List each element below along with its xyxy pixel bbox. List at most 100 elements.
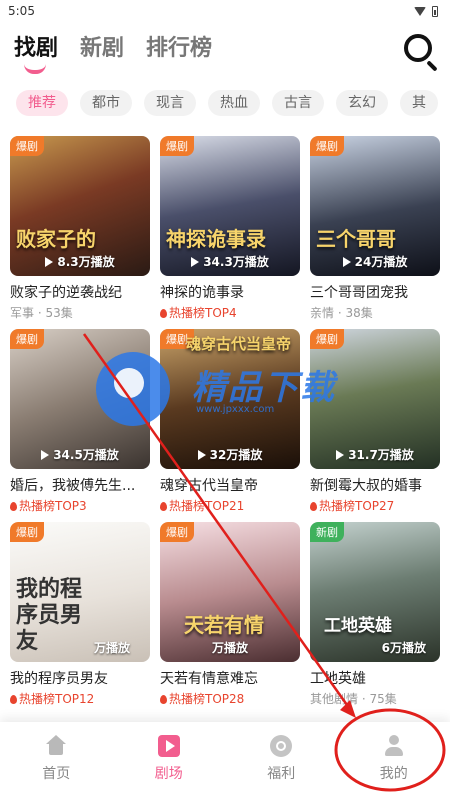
search-button[interactable] (402, 32, 438, 72)
play-count: 万播放 (211, 641, 248, 655)
drama-poster[interactable]: 爆剧 31.7万播放 (310, 329, 440, 469)
poster-title-art: 魂穿古代当皇帝 (186, 335, 292, 353)
gift-icon (270, 735, 293, 757)
tab-label: 找剧 (14, 36, 59, 61)
hot-badge: 爆剧 (10, 522, 44, 542)
chip-other[interactable]: 其 (400, 90, 438, 116)
top-tabs: 找剧 新剧 排行榜 (14, 30, 212, 74)
status-bar: 5:05 (0, 0, 450, 22)
ranking-label: 热播榜TOP4 (160, 304, 300, 321)
drama-meta: 其他剧情 · 75集 (310, 692, 397, 706)
search-icon (404, 34, 432, 62)
tab-find-drama[interactable]: 找剧 (14, 30, 59, 74)
drama-card[interactable]: 爆剧 三个哥哥 24万播放 三个哥哥团宠我 亲情 · 38集 (310, 136, 440, 329)
drama-title: 魂穿古代当皇帝 (160, 478, 258, 494)
nav-home[interactable]: 首页 (11, 735, 101, 783)
drama-poster[interactable]: 爆剧 神探诡事录 34.3万播放 (160, 136, 300, 276)
ranking-label: 热播榜TOP28 (160, 690, 300, 707)
ranking-label: 热播榜TOP12 (10, 690, 150, 707)
drama-card[interactable]: 爆剧 天若有情 万播放 天若有情意难忘 热播榜TOP28 (160, 522, 300, 715)
drama-poster[interactable]: 爆剧 败家子的 8.3万播放 (10, 136, 150, 276)
nav-label: 福利 (267, 766, 296, 782)
ranking-label: 热播榜TOP3 (10, 497, 150, 514)
hot-badge: 爆剧 (10, 136, 44, 156)
hot-badge: 爆剧 (160, 522, 194, 542)
tab-label: 排行榜 (146, 36, 213, 61)
chip-action[interactable]: 热血 (208, 90, 260, 116)
drama-poster[interactable]: 爆剧 魂穿古代当皇帝 32万播放 (160, 329, 300, 469)
chip-ancient-romance[interactable]: 古言 (272, 90, 324, 116)
drama-title: 三个哥哥团宠我 (310, 285, 408, 301)
play-count: 32万播放 (160, 446, 300, 463)
bottom-nav: 首页 剧场 福利 我的 (0, 722, 450, 800)
poster-title-art: 工地英雄 (324, 616, 392, 636)
play-icon (41, 450, 50, 460)
drama-card[interactable]: 爆剧 败家子的 8.3万播放 败家子的逆袭战纪 军事 · 53集 (10, 136, 150, 329)
drama-meta: 军事 · 53集 (10, 306, 73, 320)
play-icon (45, 257, 54, 267)
poster-title-art: 三个哥哥 (316, 227, 396, 251)
flame-icon (10, 695, 17, 704)
drama-title: 工地英雄 (310, 671, 366, 687)
chip-modern-romance[interactable]: 现言 (144, 90, 196, 116)
drama-poster[interactable]: 爆剧 三个哥哥 24万播放 (310, 136, 440, 276)
hot-badge: 爆剧 (310, 136, 344, 156)
play-count: 31.7万播放 (310, 446, 440, 463)
drama-title: 我的程序员男友 (10, 671, 108, 687)
drama-card[interactable]: 爆剧 34.5万播放 婚后，我被傅先生... 热播榜TOP3 (10, 329, 150, 522)
status-time: 5:05 (8, 4, 35, 18)
hot-badge: 爆剧 (160, 136, 194, 156)
tab-ranking[interactable]: 排行榜 (146, 30, 212, 66)
user-icon (383, 735, 405, 757)
home-icon (45, 735, 67, 757)
nav-me[interactable]: 我的 (349, 735, 439, 783)
play-icon (336, 450, 345, 460)
drama-title: 神探的诡事录 (160, 285, 244, 301)
drama-title: 天若有情意难忘 (160, 671, 258, 687)
play-count: 34.3万播放 (160, 253, 300, 270)
poster-title-art: 败家子的 (16, 227, 96, 251)
drama-card[interactable]: 爆剧 31.7万播放 新倒霉大叔的婚事 热播榜TOP27 (310, 329, 440, 522)
hot-badge: 爆剧 (10, 329, 44, 349)
tab-new-drama[interactable]: 新剧 (80, 30, 124, 66)
play-count: 万播放 (93, 641, 130, 655)
chip-recommend[interactable]: 推荐 (16, 90, 68, 116)
play-count: 6万播放 (381, 641, 426, 655)
drama-card[interactable]: 爆剧 我的程序员男友 万播放 我的程序员男友 热播榜TOP12 (10, 522, 150, 715)
drama-card[interactable]: 新剧 工地英雄 6万播放 工地英雄 其他剧情 · 75集 (310, 522, 440, 715)
flame-icon (10, 502, 17, 511)
poster-title-art: 天若有情 (184, 613, 264, 637)
battery-icon (432, 5, 438, 17)
ranking-label: 热播榜TOP27 (310, 497, 440, 514)
ranking-label: 热播榜TOP21 (160, 497, 300, 514)
drama-poster[interactable]: 爆剧 天若有情 万播放 (160, 522, 300, 662)
drama-grid: 爆剧 败家子的 8.3万播放 败家子的逆袭战纪 军事 · 53集 爆剧 神探诡事… (10, 136, 440, 715)
drama-card[interactable]: 爆剧 魂穿古代当皇帝 32万播放 魂穿古代当皇帝 热播榜TOP21 (160, 329, 300, 522)
poster-title-art: 神探诡事录 (166, 227, 266, 251)
drama-card[interactable]: 爆剧 神探诡事录 34.3万播放 神探的诡事录 热播榜TOP4 (160, 136, 300, 329)
chip-urban[interactable]: 都市 (80, 90, 132, 116)
nav-label: 首页 (42, 766, 71, 782)
drama-title: 新倒霉大叔的婚事 (310, 478, 422, 494)
play-icon (197, 450, 206, 460)
nav-welfare[interactable]: 福利 (236, 735, 326, 783)
drama-poster[interactable]: 爆剧 我的程序员男友 万播放 (10, 522, 150, 662)
category-chips: 推荐 都市 现言 热血 古言 玄幻 其 (16, 90, 450, 116)
drama-poster[interactable]: 新剧 工地英雄 6万播放 (310, 522, 440, 662)
drama-title: 婚后，我被傅先生... (10, 478, 136, 494)
nav-theater[interactable]: 剧场 (124, 735, 214, 783)
hot-badge: 爆剧 (310, 329, 344, 349)
play-icon (157, 735, 180, 757)
status-icons (414, 5, 438, 17)
drama-poster[interactable]: 爆剧 34.5万播放 (10, 329, 150, 469)
flame-icon (160, 309, 167, 318)
nav-label: 剧场 (154, 766, 183, 782)
drama-title: 败家子的逆袭战纪 (10, 285, 122, 301)
flame-icon (160, 502, 167, 511)
drama-meta: 亲情 · 38集 (310, 306, 373, 320)
tab-label: 新剧 (80, 36, 125, 61)
flame-icon (310, 502, 317, 511)
chip-fantasy[interactable]: 玄幻 (336, 90, 388, 116)
flame-icon (160, 695, 167, 704)
active-tab-indicator (24, 64, 46, 74)
